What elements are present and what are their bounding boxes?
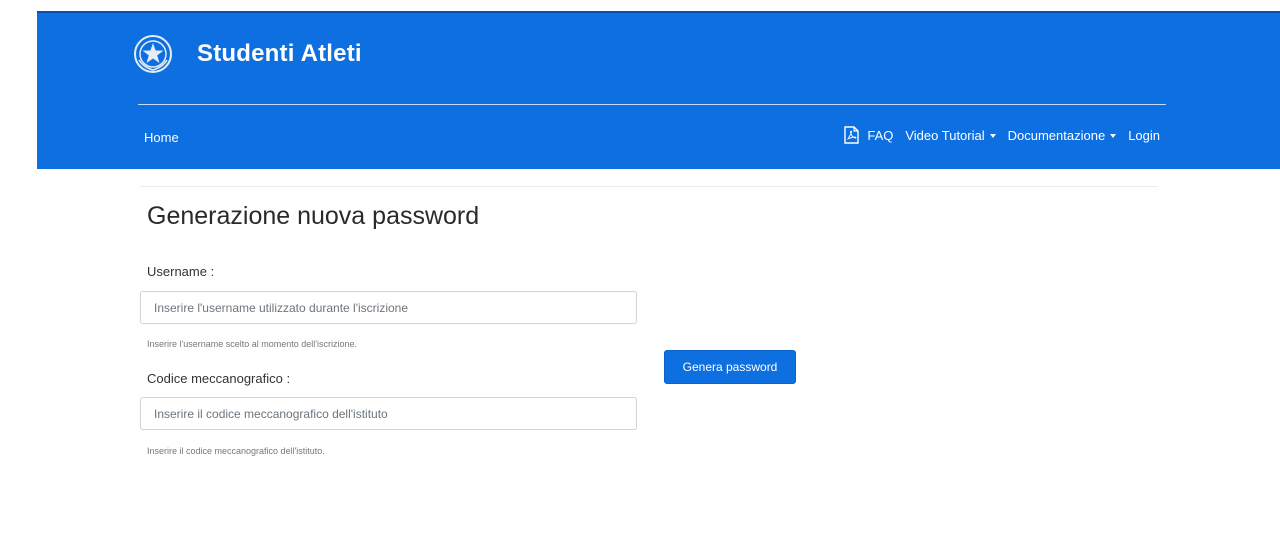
page-title: Generazione nuova password xyxy=(147,202,480,230)
username-help-text: Inserire l'username scelto al momento de… xyxy=(147,339,358,349)
nav-video-tutorial-dropdown[interactable]: Video Tutorial xyxy=(905,127,996,143)
top-strip xyxy=(0,0,1280,11)
content-divider xyxy=(140,186,1158,187)
brand[interactable]: Studenti Atleti xyxy=(133,34,362,74)
nav-faq-label: FAQ xyxy=(867,127,894,143)
username-label: Username : xyxy=(147,264,215,279)
italian-republic-emblem-icon xyxy=(134,35,172,73)
nav-video-tutorial-label: Video Tutorial xyxy=(905,127,985,143)
caret-down-icon xyxy=(1110,133,1117,138)
genera-password-button[interactable]: Genera password xyxy=(664,350,796,384)
nav-login-link[interactable]: Login xyxy=(1128,128,1160,143)
main-nav: FAQ Video Tutorial Documentazione Login xyxy=(844,126,1160,144)
username-input[interactable] xyxy=(140,291,637,324)
nav-documentazione-label: Documentazione xyxy=(1007,127,1106,143)
site-header: Studenti Atleti Home FAQ Video Tutorial … xyxy=(37,11,1280,169)
codice-meccanografico-label: Codice meccanografico : xyxy=(147,371,291,386)
nav-login-label: Login xyxy=(1128,127,1160,143)
codice-meccanografico-input[interactable] xyxy=(140,397,637,430)
caret-down-icon xyxy=(989,133,996,138)
pdf-file-icon xyxy=(844,126,860,144)
header-divider xyxy=(138,104,1166,105)
nav-documentazione-dropdown[interactable]: Documentazione xyxy=(1008,128,1117,143)
site-title: Studenti Atleti xyxy=(197,40,362,67)
nav-faq-link[interactable]: FAQ xyxy=(844,126,893,144)
nav-home-link[interactable]: Home xyxy=(144,130,179,145)
codice-meccanografico-help-text: Inserire il codice meccanografico dell'i… xyxy=(147,446,325,456)
